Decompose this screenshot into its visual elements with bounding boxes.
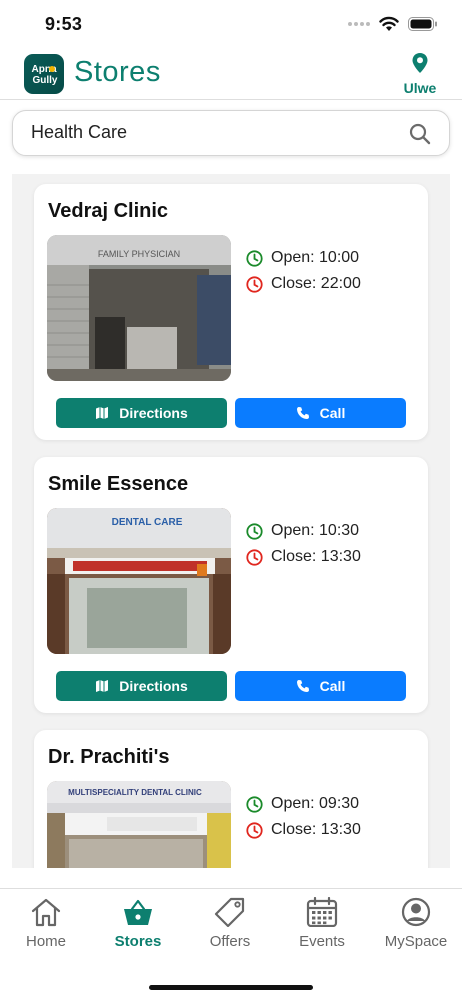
clock-icon xyxy=(246,249,263,267)
store-name: Dr. Prachiti's xyxy=(48,746,170,768)
tab-events[interactable]: Events xyxy=(276,896,368,950)
open-time: Open: 10:30 xyxy=(271,522,360,539)
store-photo: FAMILY PHYSICIAN xyxy=(47,235,231,381)
store-card[interactable]: Vedraj Clinic FAMILY PHYSICIAN Open: 10:… xyxy=(34,184,428,440)
map-pin-icon xyxy=(412,53,428,73)
svg-text:DENTAL CARE: DENTAL CARE xyxy=(112,517,183,528)
location-label: Ulwe xyxy=(403,80,437,96)
call-label: Call xyxy=(319,678,346,694)
store-list[interactable]: Vedraj Clinic FAMILY PHYSICIAN Open: 10:… xyxy=(12,174,450,868)
tab-label: MySpace xyxy=(384,933,448,950)
store-card[interactable]: Dr. Prachiti's MULTISPECIALITY DENTAL CL… xyxy=(34,730,428,868)
close-time-row: Close: 13:30 xyxy=(246,544,361,570)
directions-label: Directions xyxy=(119,405,188,421)
open-time-row: Open: 10:30 xyxy=(246,518,361,544)
tab-offers[interactable]: Offers xyxy=(184,897,276,950)
cellular-signal-icon xyxy=(348,22,370,26)
store-photo: MULTISPECIALITY DENTAL CLINIC xyxy=(47,781,231,868)
status-bar: 9:53 xyxy=(0,0,462,48)
call-button[interactable]: Call xyxy=(235,398,406,428)
tab-label: Home xyxy=(25,933,66,950)
close-time: Close: 13:30 xyxy=(271,821,361,838)
tab-stores[interactable]: Stores xyxy=(92,897,184,950)
page-title: Stores xyxy=(74,56,161,88)
open-time-row: Open: 09:30 xyxy=(246,791,361,817)
tab-home[interactable]: Home xyxy=(0,897,92,950)
wifi-icon xyxy=(379,16,399,31)
directions-button[interactable]: Directions xyxy=(56,398,227,428)
close-time: Close: 22:00 xyxy=(271,275,361,292)
svg-text:Gully: Gully xyxy=(32,75,57,86)
close-time-row: Close: 22:00 xyxy=(246,271,361,297)
tab-myspace[interactable]: MySpace xyxy=(370,897,462,950)
tab-label: Offers xyxy=(209,933,251,950)
phone-icon xyxy=(296,680,309,692)
open-time: Open: 09:30 xyxy=(271,795,360,812)
search-input[interactable] xyxy=(31,122,391,143)
app-logo: Apna Gully xyxy=(24,54,64,94)
directions-label: Directions xyxy=(119,678,188,694)
store-name: Smile Essence xyxy=(48,473,189,495)
basket-icon xyxy=(124,899,152,925)
tab-label: Stores xyxy=(114,933,162,950)
status-icons xyxy=(348,16,438,32)
phone-icon xyxy=(296,407,309,419)
search-bar[interactable] xyxy=(12,110,450,156)
map-icon xyxy=(96,407,109,419)
store-hours: Open: 09:30 Close: 13:30 xyxy=(246,791,361,843)
battery-icon xyxy=(408,17,437,31)
tag-icon xyxy=(214,897,245,928)
clock-icon xyxy=(246,548,263,566)
location-selector[interactable]: Ulwe xyxy=(400,52,440,96)
open-time: Open: 10:00 xyxy=(271,249,360,266)
home-indicator xyxy=(149,985,313,990)
app-header: Apna Gully Stores Ulwe xyxy=(0,48,462,100)
svg-text:FAMILY PHYSICIAN: FAMILY PHYSICIAN xyxy=(98,249,180,259)
map-icon xyxy=(96,680,109,692)
store-name: Vedraj Clinic xyxy=(48,200,169,222)
store-hours: Open: 10:30 Close: 13:30 xyxy=(246,518,361,570)
search-icon[interactable] xyxy=(409,123,431,145)
clock-icon xyxy=(246,275,263,293)
call-button[interactable]: Call xyxy=(235,671,406,701)
tab-label: Events xyxy=(299,933,345,950)
call-label: Call xyxy=(319,405,346,421)
calendar-icon xyxy=(306,896,338,928)
close-time: Close: 13:30 xyxy=(271,548,361,565)
store-hours: Open: 10:00 Close: 22:00 xyxy=(246,245,361,297)
user-circle-icon xyxy=(401,897,431,927)
clock-icon xyxy=(246,795,263,813)
home-icon xyxy=(31,898,61,927)
clock-icon xyxy=(246,522,263,540)
store-card[interactable]: Smile Essence DENTAL CARE Open: 10:30 Cl… xyxy=(34,457,428,713)
clock-icon xyxy=(246,821,263,839)
open-time-row: Open: 10:00 xyxy=(246,245,361,271)
bottom-tab-bar: Home Stores Offers Events MySpace xyxy=(0,888,462,1000)
status-time: 9:53 xyxy=(45,14,83,34)
svg-text:MULTISPECIALITY DENTAL CLINIC: MULTISPECIALITY DENTAL CLINIC xyxy=(68,788,202,797)
store-photo: DENTAL CARE xyxy=(47,508,231,654)
close-time-row: Close: 13:30 xyxy=(246,817,361,843)
directions-button[interactable]: Directions xyxy=(56,671,227,701)
